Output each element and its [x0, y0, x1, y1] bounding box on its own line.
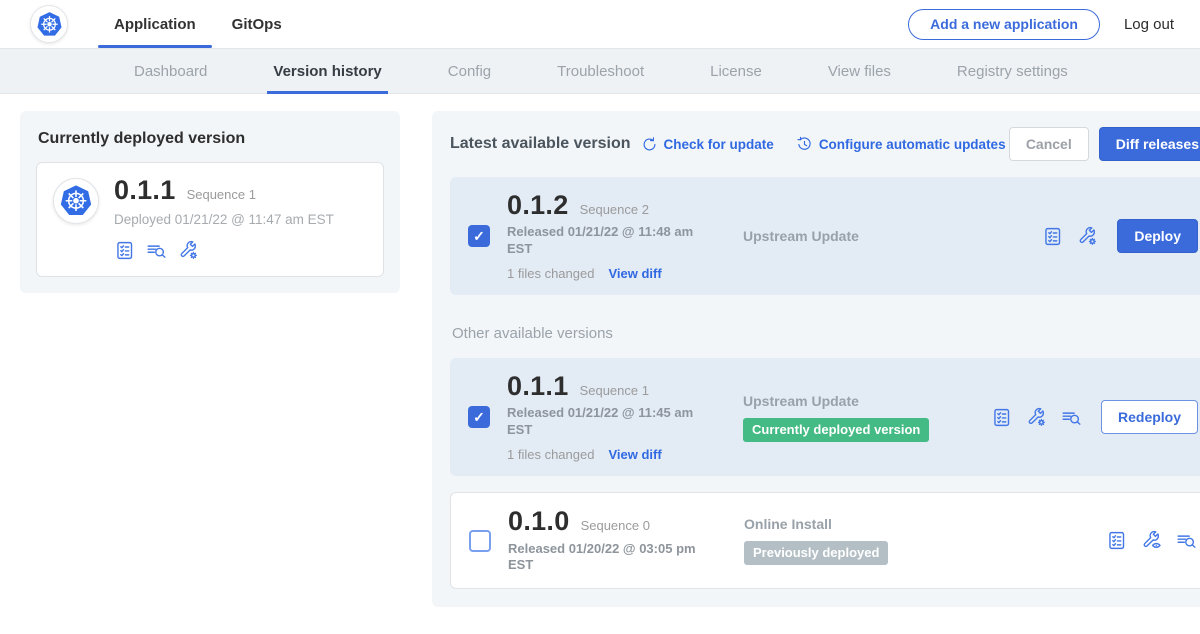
version-row: 0.1.1 Sequence 1 Released 01/21/22 @ 11:…: [450, 358, 1200, 476]
version-source: Upstream Update Currently deployed versi…: [743, 393, 991, 442]
checklist-icon[interactable]: [114, 240, 135, 261]
logout-link[interactable]: Log out: [1124, 16, 1174, 33]
version-info: 0.1.2 Sequence 2 Released 01/21/22 @ 11:…: [507, 191, 717, 281]
tab-gitops-label: GitOps: [232, 16, 282, 33]
latest-available-title: Latest available version: [450, 135, 631, 153]
subnav-item-dashboard[interactable]: Dashboard: [106, 49, 235, 93]
version-row: 0.1.2 Sequence 2 Released 01/21/22 @ 11:…: [450, 177, 1200, 295]
currently-deployed-panel: Currently deployed version 0.1.1 Sequenc…: [20, 111, 400, 293]
version-row: 0.1.0 Sequence 0 Released 01/20/22 @ 03:…: [450, 492, 1200, 589]
subnav-item-version-history[interactable]: Version history: [245, 49, 409, 93]
available-versions-panel: Latest available version Check for updat…: [432, 111, 1200, 607]
deployed-version-actions: [114, 240, 334, 261]
subnav-label: Version history: [273, 63, 381, 80]
files-changed-row: 1 files changed View diff: [507, 266, 717, 281]
version-source-label: Upstream Update: [743, 228, 991, 244]
files-changed-label: 1 files changed: [507, 447, 594, 462]
subnav-label: Troubleshoot: [557, 63, 644, 80]
subnav-label: Dashboard: [134, 63, 207, 80]
version-sequence: Sequence 2: [580, 202, 649, 217]
top-tabs: Application GitOps: [96, 0, 300, 48]
version-sequence: Sequence 1: [580, 383, 649, 398]
kubernetes-logo-icon: [36, 11, 63, 38]
version-sequence: Sequence 1: [187, 187, 256, 202]
version-source: Online Install Previously deployed: [744, 516, 992, 565]
logs-icon[interactable]: [1176, 530, 1197, 551]
version-number: 0.1.2: [507, 191, 569, 219]
version-released-timestamp: Released 01/21/22 @ 11:45 am EST: [507, 405, 703, 439]
version-released-timestamp: Released 01/20/22 @ 03:05 pm EST: [508, 541, 704, 575]
view-diff-link[interactable]: View diff: [608, 266, 661, 281]
files-changed-row: 1 files changed View diff: [507, 447, 717, 462]
subnav-item-license[interactable]: License: [682, 49, 790, 93]
add-new-application-button[interactable]: Add a new application: [908, 9, 1100, 40]
version-actions: Deploy: [1042, 219, 1198, 253]
subnav-item-view-files[interactable]: View files: [800, 49, 919, 93]
top-nav: Application GitOps Add a new application…: [0, 0, 1200, 48]
other-versions-list: 0.1.1 Sequence 1 Released 01/21/22 @ 11:…: [450, 358, 1200, 589]
config-edit-icon[interactable]: [1026, 407, 1047, 428]
version-actions: [1106, 530, 1197, 551]
checklist-icon[interactable]: [1106, 530, 1127, 551]
version-checkbox[interactable]: [468, 406, 490, 428]
available-versions-header: Latest available version Check for updat…: [450, 127, 1200, 161]
app-sub-nav: Dashboard Version history Config Trouble…: [0, 48, 1200, 94]
currently-deployed-title: Currently deployed version: [38, 130, 384, 148]
subnav-item-registry-settings[interactable]: Registry settings: [929, 49, 1096, 93]
configure-automatic-updates-label: Configure automatic updates: [819, 137, 1006, 152]
diff-releases-button[interactable]: Diff releases: [1099, 127, 1200, 161]
app-logo: [53, 178, 99, 224]
version-number: 0.1.1: [114, 176, 176, 204]
check-for-update-link[interactable]: Check for update: [641, 136, 774, 153]
top-nav-right: Add a new application Log out: [908, 9, 1174, 40]
version-info: 0.1.1 Sequence 1 Released 01/21/22 @ 11:…: [507, 372, 717, 462]
subnav-item-troubleshoot[interactable]: Troubleshoot: [529, 49, 672, 93]
subnav-label: View files: [828, 63, 891, 80]
version-checkbox[interactable]: [468, 225, 490, 247]
version-sequence: Sequence 0: [581, 518, 650, 533]
view-diff-link[interactable]: View diff: [608, 447, 661, 462]
status-badge: Currently deployed version: [743, 418, 929, 442]
version-source: Upstream Update: [743, 228, 991, 244]
subnav-label: Registry settings: [957, 63, 1068, 80]
version-action-button[interactable]: Deploy: [1117, 219, 1198, 253]
app-logo: [30, 5, 68, 43]
tab-application-label: Application: [114, 16, 196, 33]
config-edit-icon[interactable]: [1077, 226, 1098, 247]
latest-version-list: 0.1.2 Sequence 2 Released 01/21/22 @ 11:…: [450, 177, 1200, 295]
main-content: Currently deployed version 0.1.1 Sequenc…: [0, 94, 1200, 607]
checklist-icon[interactable]: [1042, 226, 1063, 247]
deployed-timestamp: Deployed 01/21/22 @ 11:47 am EST: [114, 212, 334, 227]
version-checkbox[interactable]: [469, 530, 491, 552]
other-available-versions-label: Other available versions: [452, 325, 1200, 342]
status-badge: Previously deployed: [744, 541, 888, 565]
subnav-item-config[interactable]: Config: [420, 49, 519, 93]
subnav-label: Config: [448, 63, 491, 80]
version-actions: Redeploy: [991, 400, 1198, 434]
kubernetes-logo-icon: [59, 184, 93, 218]
version-source-label: Online Install: [744, 516, 992, 532]
refresh-icon: [641, 136, 658, 153]
logs-icon[interactable]: [1061, 407, 1082, 428]
version-source-label: Upstream Update: [743, 393, 991, 409]
tab-application[interactable]: Application: [96, 0, 214, 48]
checklist-icon[interactable]: [991, 407, 1012, 428]
check-for-update-label: Check for update: [664, 137, 774, 152]
cancel-button[interactable]: Cancel: [1009, 127, 1089, 161]
version-action-button[interactable]: Redeploy: [1101, 400, 1198, 434]
auto-update-icon: [796, 136, 813, 153]
deployed-version-card: 0.1.1 Sequence 1 Deployed 01/21/22 @ 11:…: [36, 162, 384, 277]
logs-icon[interactable]: [146, 240, 167, 261]
version-number: 0.1.1: [507, 372, 569, 400]
version-released-timestamp: Released 01/21/22 @ 11:48 am EST: [507, 224, 703, 258]
config-edit-icon[interactable]: [178, 240, 199, 261]
configure-automatic-updates-link[interactable]: Configure automatic updates: [796, 136, 1006, 153]
subnav-label: License: [710, 63, 762, 80]
version-info: 0.1.0 Sequence 0 Released 01/20/22 @ 03:…: [508, 507, 718, 574]
config-view-icon[interactable]: [1141, 530, 1162, 551]
version-number: 0.1.0: [508, 507, 570, 535]
files-changed-label: 1 files changed: [507, 266, 594, 281]
tab-gitops[interactable]: GitOps: [214, 0, 300, 48]
